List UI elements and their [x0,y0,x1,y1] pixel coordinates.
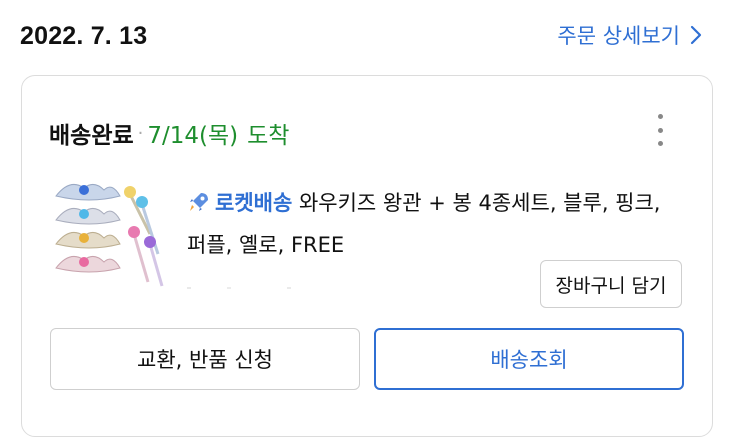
wand-image [124,186,164,287]
product-title[interactable]: 로켓배송 와우키즈 왕관 + 봉 4종세트, 블루, 핑크, 퍼플, 옐로, F… [187,184,687,264]
delivery-status-row: 배송완료 · 7/14(목) 도착 [49,116,289,150]
order-detail-link[interactable]: 주문 상세보기 [557,20,702,50]
status-separator: · [137,122,144,144]
rocket-delivery-badge: 로켓배송 [215,191,293,215]
product-name-line2: 퍼플, 옐로, FREE [187,233,345,257]
order-date: 2022. 7. 13 [20,22,148,50]
chevron-right-icon [690,25,702,45]
rocket-icon [187,188,211,226]
track-delivery-button[interactable]: 배송조회 [374,328,684,390]
exchange-return-button[interactable]: 교환, 반품 신청 [50,328,360,390]
order-detail-label: 주문 상세보기 [557,24,680,48]
arrival-date: 7/14(목) [147,123,239,149]
product-name-line1: 와우키즈 왕관 + 봉 4종세트, 블루, 핑크, [298,191,661,215]
more-vertical-icon[interactable] [650,114,670,146]
delivery-status: 배송완료 [49,123,134,149]
order-card: 배송완료 · 7/14(목) 도착 로켓배송 와우키즈 왕관 + 봉 4종세트,… [21,75,713,437]
divider-trace [187,287,327,289]
arrival-label: 도착 [247,123,290,149]
add-to-cart-button[interactable]: 장바구니 담기 [540,260,682,308]
tiara-image [55,183,121,273]
product-thumbnail[interactable] [50,174,168,292]
